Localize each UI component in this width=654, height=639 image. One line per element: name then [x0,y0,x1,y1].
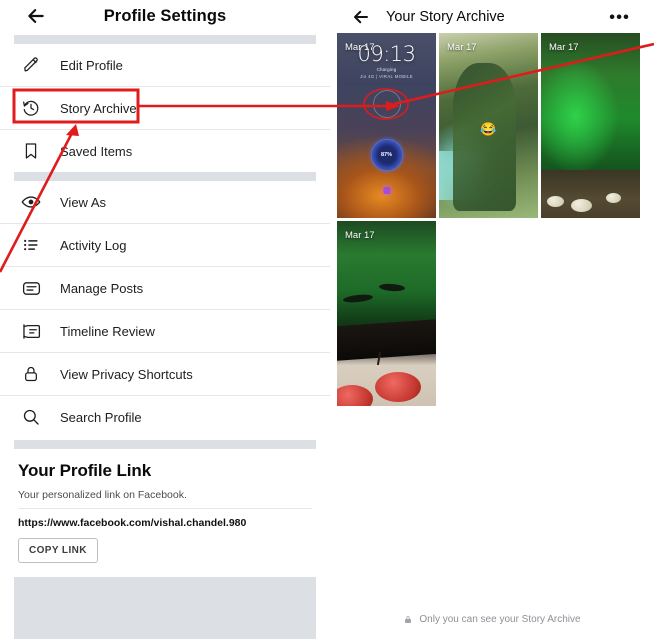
profile-link-section: Your Profile Link Your personalized link… [0,449,330,563]
section-separator-band [14,172,316,181]
privacy-footer-text: Only you can see your Story Archive [419,614,581,625]
back-arrow-icon[interactable] [26,6,46,26]
story-thumbnail[interactable]: 09:13 Charging Jio 4G | VIRAL MOBILE 87%… [337,33,436,218]
story-archive-panel: Your Story Archive ••• 09:13 Charging Ji… [330,0,654,639]
menu-item-saved-items[interactable]: Saved Items [0,130,330,172]
clock-history-icon [18,95,44,121]
search-icon [18,404,44,430]
profile-link-url[interactable]: https://www.facebook.com/vishal.chandel.… [18,509,312,538]
menu-item-label: View As [60,194,107,210]
content-placeholder-block [14,577,316,639]
menu-item-label: View Privacy Shortcuts [60,366,193,382]
lockscreen-unlock-ring-icon [372,90,401,118]
section-separator-band [14,440,316,449]
story-archive-header: Your Story Archive ••• [330,0,654,33]
app-screen: Profile Settings Edit Profile Story Arch… [0,0,654,639]
menu-item-label: Timeline Review [60,323,155,339]
menu-item-timeline-review[interactable]: Timeline Review [0,310,330,353]
pencil-icon [18,52,44,78]
lockscreen-charging-label: Charging [376,67,397,72]
menu-item-manage-posts[interactable]: Manage Posts [0,267,330,310]
eye-icon [18,189,44,215]
menu-item-edit-profile[interactable]: Edit Profile [0,44,330,87]
profile-link-title: Your Profile Link [18,461,152,480]
story-image-detail [546,195,564,207]
menu-item-story-archive[interactable]: Story Archive [0,87,330,130]
story-date: Mar 17 [549,42,579,53]
story-image-detail [374,372,421,403]
lock-icon [18,361,44,387]
page-title: Profile Settings [103,6,227,25]
profile-link-subtitle: Your personalized link on Facebook. [18,489,312,509]
battery-widget: 87% [370,139,403,171]
profile-settings-panel: Profile Settings Edit Profile Story Arch… [0,0,330,639]
back-arrow-icon[interactable] [352,8,370,26]
menu-item-privacy-shortcuts[interactable]: View Privacy Shortcuts [0,353,330,396]
menu-item-label: Story Archive [60,100,137,116]
menu-item-search-profile[interactable]: Search Profile [0,396,330,438]
bookmark-icon [18,138,44,164]
menu-item-label: Saved Items [60,143,133,159]
story-archive-privacy-footer: Only you can see your Story Archive [330,614,654,625]
story-date: Mar 17 [345,230,375,241]
menu-item-activity-log[interactable]: Activity Log [0,224,330,267]
battery-percent: 87% [380,152,392,158]
section-separator-band [14,35,316,44]
copy-link-button[interactable]: COPY LINK [18,538,98,563]
emoji-sticker: 😂 [480,121,497,137]
story-image-detail [541,169,640,218]
lock-icon [403,614,413,625]
lockscreen-carrier-label: Jio 4G | VIRAL MOBILE [360,74,413,79]
menu-item-label: Edit Profile [60,57,123,73]
story-date: Mar 17 [447,42,477,53]
lockscreen-dot [383,187,390,194]
menu-item-label: Activity Log [60,237,127,253]
story-thumbnail[interactable]: 😂 Mar 17 [439,33,538,218]
menu-item-view-as[interactable]: View As [0,181,330,224]
story-date: Mar 17 [345,42,375,53]
story-image-detail [337,318,436,361]
list-icon [18,232,44,258]
menu-group-two: View As Activity Log Manage Posts Timeli… [0,181,330,438]
post-icon [18,275,44,301]
profile-settings-header: Profile Settings [0,0,330,32]
menu-group-one: Edit Profile Story Archive Saved Items [0,44,330,172]
overflow-dots-icon[interactable]: ••• [609,8,630,25]
menu-item-label: Manage Posts [60,280,144,296]
story-thumbnail-grid: 09:13 Charging Jio 4G | VIRAL MOBILE 87%… [330,33,654,406]
story-thumbnail[interactable]: Mar 17 [337,221,436,406]
timeline-icon [18,318,44,344]
story-archive-title: Your Story Archive [386,8,505,25]
story-thumbnail[interactable]: Mar 17 [541,33,640,218]
menu-item-label: Search Profile [60,409,142,425]
